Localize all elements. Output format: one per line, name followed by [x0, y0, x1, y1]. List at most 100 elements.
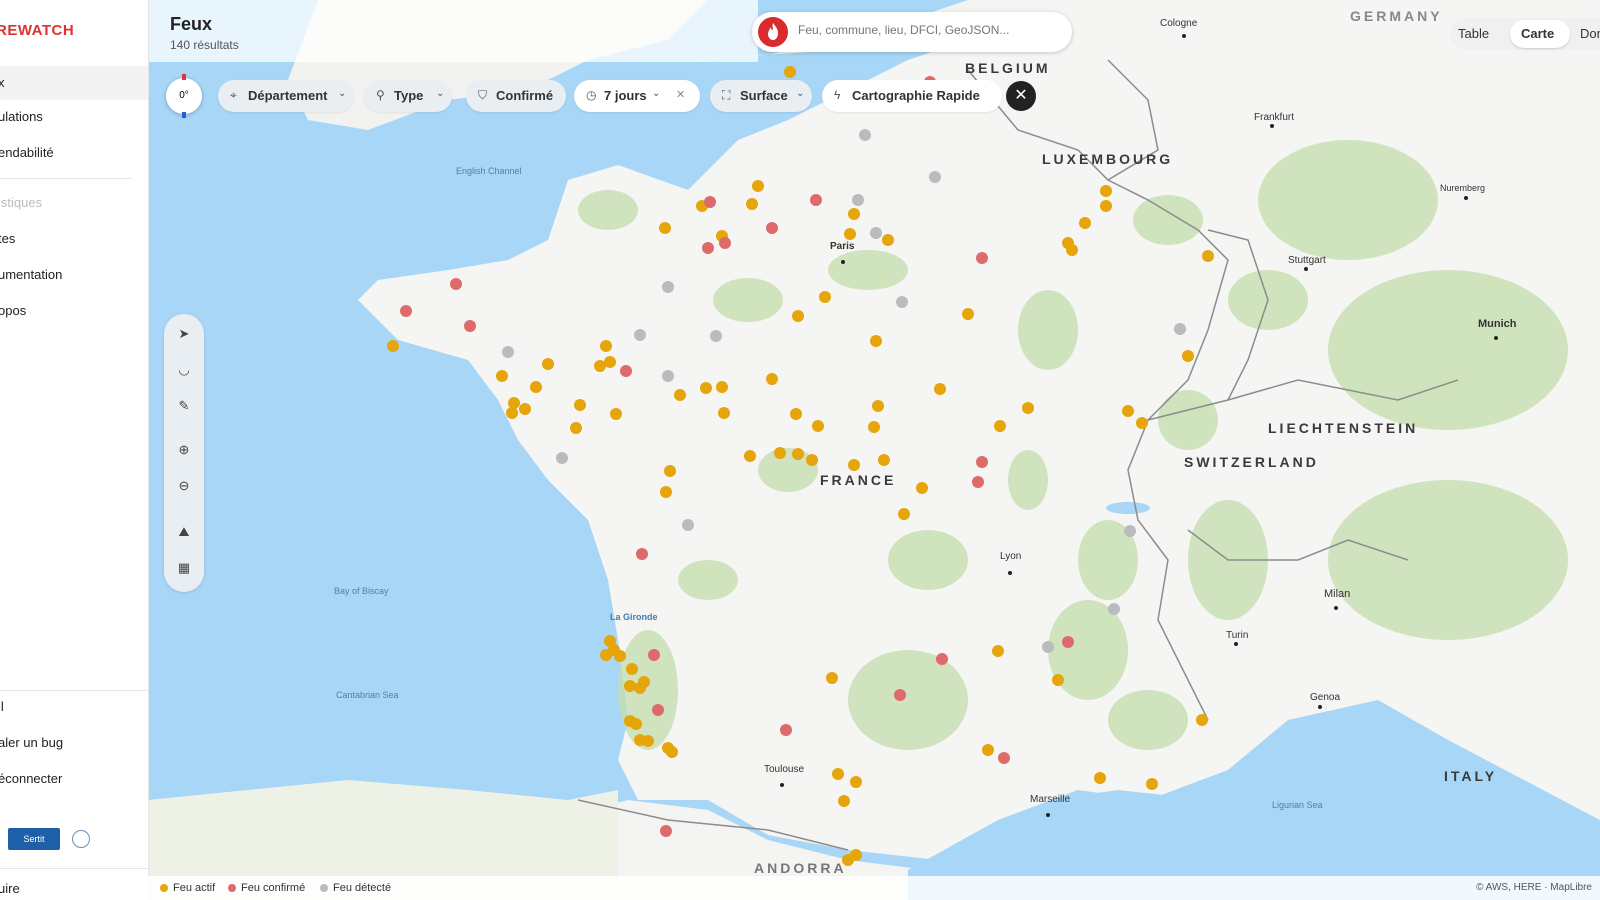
fire-marker-actif[interactable]	[870, 335, 882, 347]
fire-marker-actif[interactable]	[850, 849, 862, 861]
fire-marker-actif[interactable]	[718, 407, 730, 419]
fire-marker-detecte[interactable]	[929, 171, 941, 183]
fire-marker-confirme[interactable]	[702, 242, 714, 254]
fire-marker-actif[interactable]	[626, 663, 638, 675]
filter-surface[interactable]: ⛶ Surface ⌄	[710, 80, 812, 112]
fire-marker-actif[interactable]	[1182, 350, 1194, 362]
fire-marker-actif[interactable]	[600, 340, 612, 352]
fire-marker-actif[interactable]	[790, 408, 802, 420]
fire-marker-actif[interactable]	[614, 650, 626, 662]
layers-icon[interactable]: ▦	[172, 556, 196, 580]
fire-marker-confirme[interactable]	[976, 252, 988, 264]
zoom-in-icon[interactable]: ⊕	[172, 438, 196, 462]
fire-marker-actif[interactable]	[826, 672, 838, 684]
fire-marker-actif[interactable]	[916, 482, 928, 494]
fire-marker-actif[interactable]	[1094, 772, 1106, 784]
fire-marker-actif[interactable]	[1022, 402, 1034, 414]
fire-marker-actif[interactable]	[1079, 217, 1091, 229]
fire-marker-actif[interactable]	[630, 718, 642, 730]
view-toggle[interactable]: Table Carte Dor	[1450, 18, 1600, 50]
fire-marker-confirme[interactable]	[704, 196, 716, 208]
search-bar[interactable]	[752, 12, 1072, 52]
fire-marker-confirme[interactable]	[652, 704, 664, 716]
sidebar-item-signaler-bug[interactable]: aler un bug	[0, 726, 148, 760]
fire-marker-actif[interactable]	[519, 403, 531, 415]
fire-marker-detecte[interactable]	[896, 296, 908, 308]
sidebar-item-apropos[interactable]: opos	[0, 294, 148, 328]
tab-donnees[interactable]: Dor	[1580, 26, 1600, 41]
fire-marker-detecte[interactable]	[852, 194, 864, 206]
sidebar-item-profil[interactable]: il	[0, 690, 148, 724]
fire-marker-actif[interactable]	[882, 234, 894, 246]
map-canvas[interactable]: BELGIUM LUXEMBOURG FRANCE SWITZERLAND LI…	[148, 0, 1600, 900]
fire-marker-actif[interactable]	[1122, 405, 1134, 417]
fire-marker-detecte[interactable]	[502, 346, 514, 358]
fire-marker-actif[interactable]	[1100, 185, 1112, 197]
brand-logo[interactable]: REWATCH	[0, 22, 74, 39]
fire-marker-detecte[interactable]	[682, 519, 694, 531]
fire-marker-actif[interactable]	[666, 746, 678, 758]
fire-marker-actif[interactable]	[872, 400, 884, 412]
fire-marker-confirme[interactable]	[648, 649, 660, 661]
tab-table[interactable]: Table	[1458, 26, 1489, 41]
fire-marker-actif[interactable]	[1196, 714, 1208, 726]
search-input[interactable]	[796, 22, 1060, 38]
fire-marker-detecte[interactable]	[1108, 603, 1120, 615]
fire-marker-actif[interactable]	[744, 450, 756, 462]
fire-marker-confirme[interactable]	[936, 653, 948, 665]
filter-confirme[interactable]: ⛉ Confirmé	[466, 80, 566, 112]
fire-marker-actif[interactable]	[812, 420, 824, 432]
fire-marker-actif[interactable]	[848, 208, 860, 220]
fire-marker-actif[interactable]	[848, 459, 860, 471]
fire-marker-actif[interactable]	[838, 795, 850, 807]
fire-marker-actif[interactable]	[982, 744, 994, 756]
fire-marker-actif[interactable]	[642, 735, 654, 747]
fire-marker-actif[interactable]	[934, 383, 946, 395]
fire-marker-confirme[interactable]	[972, 476, 984, 488]
fire-marker-actif[interactable]	[660, 486, 672, 498]
fire-marker-actif[interactable]	[766, 373, 778, 385]
fire-marker-actif[interactable]	[792, 448, 804, 460]
select-cursor-icon[interactable]: ➤	[172, 322, 196, 346]
fire-marker-actif[interactable]	[1146, 778, 1158, 790]
fire-marker-actif[interactable]	[819, 291, 831, 303]
compass-button[interactable]: 0°	[166, 74, 202, 118]
fire-marker-actif[interactable]	[604, 356, 616, 368]
tab-carte[interactable]: Carte	[1521, 26, 1554, 41]
fire-marker-actif[interactable]	[674, 389, 686, 401]
fire-marker-detecte[interactable]	[710, 330, 722, 342]
fire-marker-actif[interactable]	[610, 408, 622, 420]
ruler-icon[interactable]: ✎	[172, 394, 196, 418]
fire-marker-confirme[interactable]	[976, 456, 988, 468]
fire-marker-actif[interactable]	[570, 422, 582, 434]
fire-marker-detecte[interactable]	[859, 129, 871, 141]
fire-marker-actif[interactable]	[600, 649, 612, 661]
sidebar-item-documentation[interactable]: umentation	[0, 258, 148, 292]
sidebar-item-reduire[interactable]: uire	[0, 872, 148, 900]
fire-marker-detecte[interactable]	[556, 452, 568, 464]
fire-marker-actif[interactable]	[387, 340, 399, 352]
fire-marker-actif[interactable]	[496, 370, 508, 382]
fire-marker-confirme[interactable]	[998, 752, 1010, 764]
fire-marker-confirme[interactable]	[894, 689, 906, 701]
fire-marker-detecte[interactable]	[870, 227, 882, 239]
fire-marker-actif[interactable]	[1052, 674, 1064, 686]
fire-marker-detecte[interactable]	[662, 370, 674, 382]
fire-marker-confirme[interactable]	[636, 548, 648, 560]
fire-marker-detecte[interactable]	[634, 329, 646, 341]
sidebar-item-vendabilite[interactable]: endabilité	[0, 136, 148, 170]
fire-marker-actif[interactable]	[1202, 250, 1214, 262]
fire-marker-actif[interactable]	[962, 308, 974, 320]
fire-marker-confirme[interactable]	[766, 222, 778, 234]
fire-marker-actif[interactable]	[664, 465, 676, 477]
filter-type[interactable]: ⚲ Type ⌄	[364, 80, 452, 112]
fire-marker-actif[interactable]	[898, 508, 910, 520]
fire-marker-actif[interactable]	[752, 180, 764, 192]
fire-marker-confirme[interactable]	[450, 278, 462, 290]
fire-marker-actif[interactable]	[1066, 244, 1078, 256]
sidebar-item-simulations[interactable]: ulations	[0, 100, 148, 134]
sidebar-item-feux[interactable]: x	[0, 66, 148, 100]
fire-marker-confirme[interactable]	[620, 365, 632, 377]
fire-marker-actif[interactable]	[1100, 200, 1112, 212]
fire-marker-actif[interactable]	[508, 397, 520, 409]
